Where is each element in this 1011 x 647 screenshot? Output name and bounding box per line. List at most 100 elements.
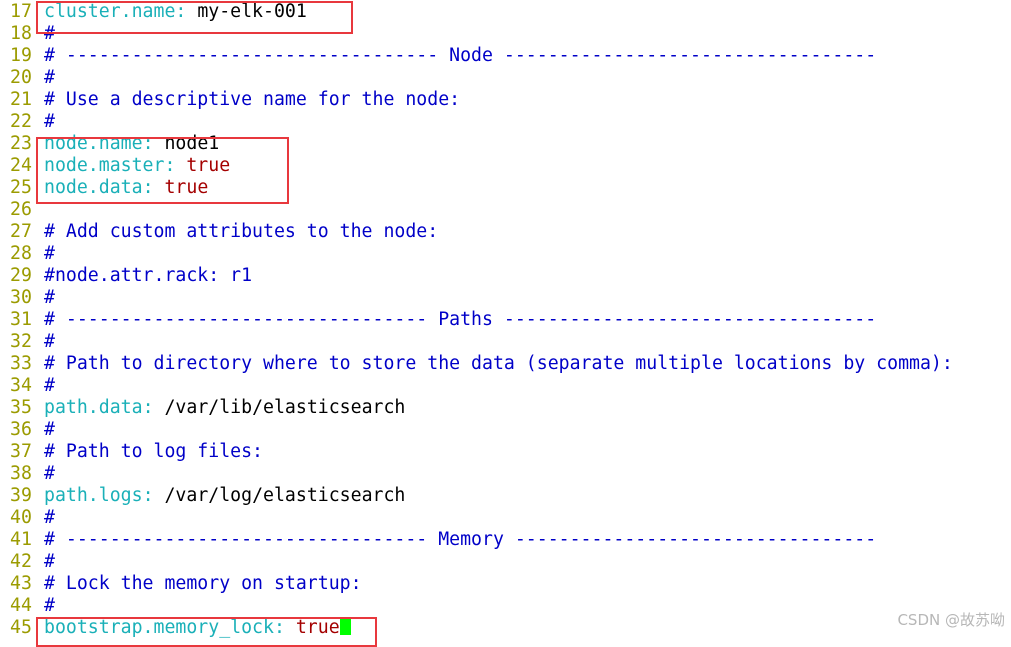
code-line[interactable]: 39 path.logs: /var/log/elasticsearch	[0, 485, 1011, 507]
config-key: :	[142, 177, 165, 198]
code-line[interactable]: 44 #	[0, 595, 1011, 617]
config-value: true	[186, 155, 231, 176]
comment-text: #	[44, 375, 55, 396]
code-line[interactable]: 17 cluster.name: my-elk-001	[0, 1, 1011, 23]
line-content: path.logs: /var/log/elasticsearch	[44, 485, 405, 507]
line-number: 40	[10, 507, 32, 528]
comment-text: #	[44, 287, 55, 308]
line-number: 23	[10, 133, 32, 154]
config-value: /var/lib/elasticsearch	[164, 397, 406, 418]
line-content: # ---------------------------------- Nod…	[44, 45, 876, 67]
line-number: 33	[10, 353, 32, 374]
code-line[interactable]: 23 node.name: node1	[0, 133, 1011, 155]
code-line[interactable]: 31 # --------------------------------- Pa…	[0, 309, 1011, 331]
code-line[interactable]: 34 #	[0, 375, 1011, 397]
config-value: node1	[164, 133, 220, 154]
line-number: 26	[10, 199, 32, 220]
comment-text: #	[44, 507, 55, 528]
watermark: CSDN @故苏呦	[897, 611, 1005, 629]
config-value: my-elk-001	[197, 1, 307, 22]
line-content: #	[44, 331, 55, 353]
comment-text: #	[44, 67, 55, 88]
line-number: 19	[10, 45, 32, 66]
line-number: 38	[10, 463, 32, 484]
config-key: :	[175, 1, 198, 22]
code-line[interactable]: 26	[0, 199, 1011, 221]
code-line[interactable]: 29 #node.attr.rack: r1	[0, 265, 1011, 287]
config-key: :	[273, 617, 296, 638]
line-number: 43	[10, 573, 32, 594]
comment-text: #	[44, 243, 55, 264]
line-number: 18	[10, 23, 32, 44]
line-content: #node.attr.rack: r1	[44, 265, 252, 287]
line-content: #	[44, 375, 55, 397]
line-number: 20	[10, 67, 32, 88]
line-number: 39	[10, 485, 32, 506]
code-line[interactable]: 19 # ---------------------------------- N…	[0, 45, 1011, 67]
config-key: :	[142, 397, 165, 418]
line-number: 30	[10, 287, 32, 308]
code-line[interactable]: 25 node.data: true	[0, 177, 1011, 199]
code-line[interactable]: 27 # Add custom attributes to the node:	[0, 221, 1011, 243]
config-key: :	[164, 155, 187, 176]
comment-text: # Add custom attributes to the node:	[44, 221, 439, 242]
line-content: # Path to log files:	[44, 441, 263, 463]
line-content: #	[44, 67, 55, 89]
code-line[interactable]: 21 # Use a descriptive name for the node:	[0, 89, 1011, 111]
code-line[interactable]: 37 # Path to log files:	[0, 441, 1011, 463]
code-line[interactable]: 32 #	[0, 331, 1011, 353]
line-number: 41	[10, 529, 32, 550]
code-line[interactable]: 18 #	[0, 23, 1011, 45]
code-line[interactable]: 45 bootstrap.memory_lock: true	[0, 617, 1011, 639]
line-content: # Use a descriptive name for the node:	[44, 89, 460, 111]
code-line[interactable]: 24 node.master: true	[0, 155, 1011, 177]
line-content: #	[44, 551, 55, 573]
line-content: #	[44, 419, 55, 441]
code-line[interactable]: 40 #	[0, 507, 1011, 529]
line-content: #	[44, 23, 55, 45]
code-line[interactable]: 28 #	[0, 243, 1011, 265]
line-number: 42	[10, 551, 32, 572]
config-value: true	[164, 177, 209, 198]
code-editor[interactable]: 17 cluster.name: my-elk-001 18 #19 # -------…	[0, 1, 1011, 639]
comment-text: #node.attr.rack: r1	[44, 265, 253, 286]
code-line[interactable]: 33 # Path to directory where to store the…	[0, 353, 1011, 375]
comment-text: # Lock the memory on startup:	[44, 573, 362, 594]
line-number: 27	[10, 221, 32, 242]
config-key: node.data	[44, 177, 143, 198]
comment-text: # --------------------------------- Memo…	[44, 529, 877, 550]
code-line[interactable]: 38 #	[0, 463, 1011, 485]
code-line[interactable]: 30 #	[0, 287, 1011, 309]
code-line[interactable]: 43 # Lock the memory on startup:	[0, 573, 1011, 595]
config-key: :	[142, 485, 165, 506]
config-value: true	[295, 617, 340, 638]
config-key: cluster.name	[44, 1, 176, 22]
line-content: # Add custom attributes to the node:	[44, 221, 438, 243]
line-content: cluster.name: my-elk-001	[44, 1, 307, 23]
line-content: #	[44, 595, 55, 617]
line-number: 36	[10, 419, 32, 440]
comment-text: #	[44, 419, 55, 440]
line-content: node.name: node1	[44, 133, 219, 155]
line-content: node.master: true	[44, 155, 230, 177]
line-number: 35	[10, 397, 32, 418]
code-line[interactable]: 22 #	[0, 111, 1011, 133]
code-line[interactable]: 41 # --------------------------------- Me…	[0, 529, 1011, 551]
line-content: #	[44, 111, 55, 133]
line-content: node.data: true	[44, 177, 208, 199]
text-cursor	[339, 618, 351, 635]
line-content: #	[44, 507, 55, 529]
line-number: 32	[10, 331, 32, 352]
code-line[interactable]: 35 path.data: /var/lib/elasticsearch	[0, 397, 1011, 419]
code-line[interactable]: 42 #	[0, 551, 1011, 573]
line-number: 44	[10, 595, 32, 616]
line-number: 22	[10, 111, 32, 132]
config-key: :	[142, 133, 165, 154]
comment-text: # --------------------------------- Path…	[44, 309, 877, 330]
code-line[interactable]: 20 #	[0, 67, 1011, 89]
line-content: path.data: /var/lib/elasticsearch	[44, 397, 405, 419]
comment-text: # Path to directory where to store the d…	[44, 353, 953, 374]
code-line[interactable]: 36 #	[0, 419, 1011, 441]
line-content: bootstrap.memory_lock: true	[44, 617, 351, 639]
config-key: path.logs	[44, 485, 143, 506]
